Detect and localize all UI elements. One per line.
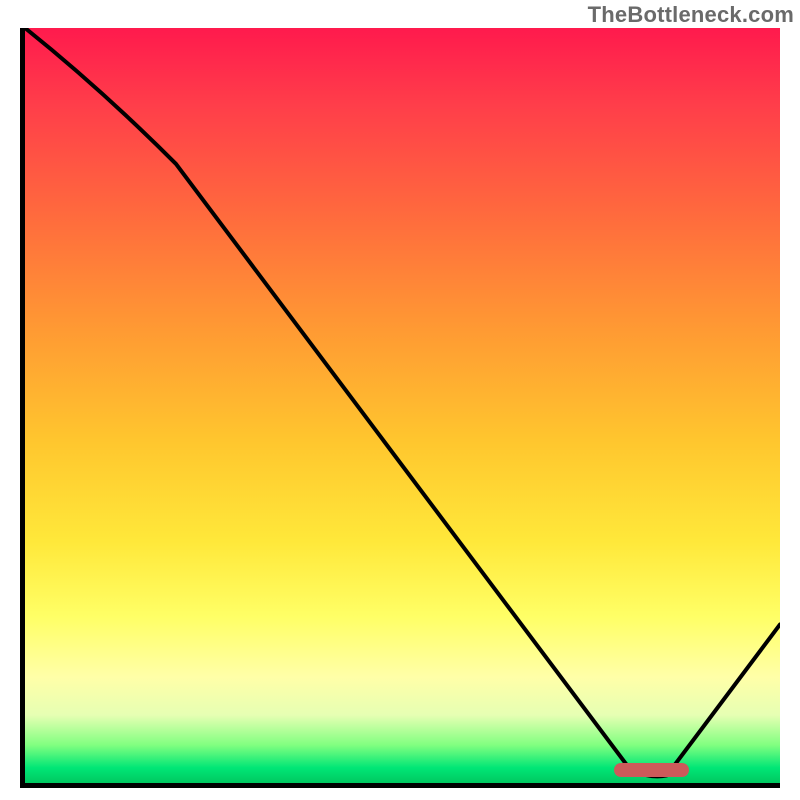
bottleneck-curve — [25, 28, 780, 783]
chart-container: TheBottleneck.com — [0, 0, 800, 800]
curve-path — [25, 28, 780, 776]
plot-area — [20, 28, 780, 788]
optimum-marker — [614, 763, 690, 777]
watermark-text: TheBottleneck.com — [588, 2, 794, 28]
